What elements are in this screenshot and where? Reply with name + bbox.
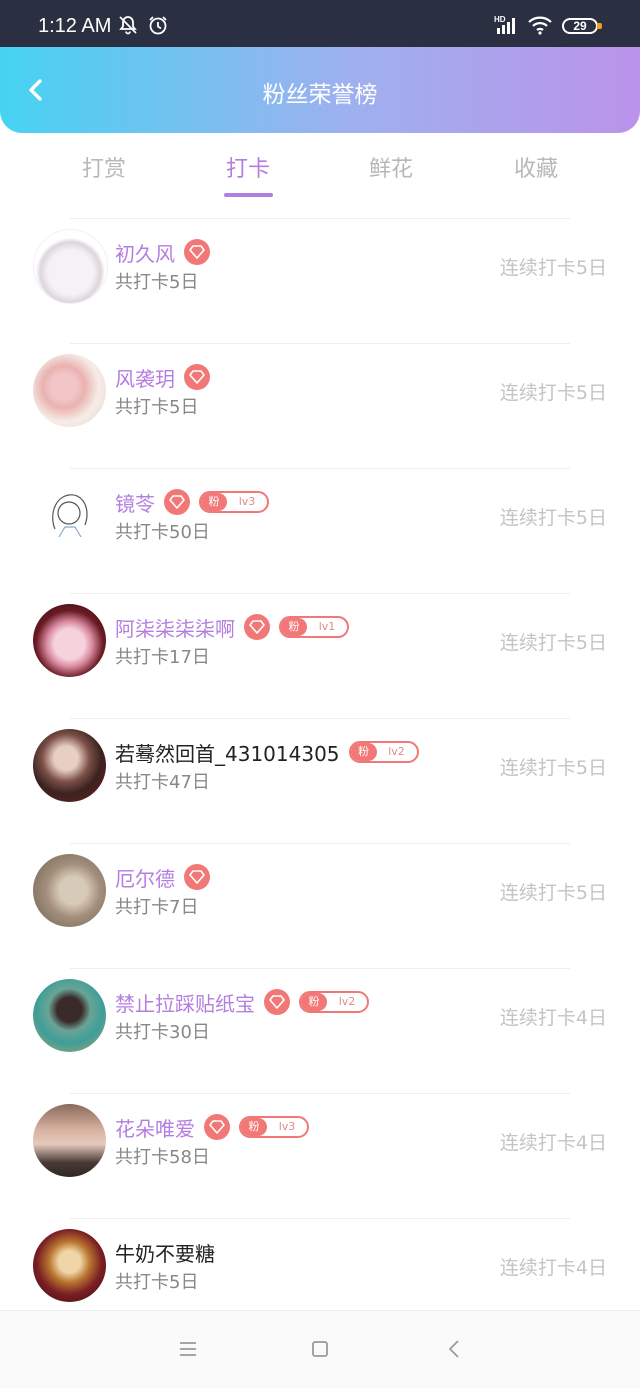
mute-notification-icon <box>119 16 137 35</box>
streak-checkins: 连续打卡5日 <box>499 757 607 779</box>
home-square-icon[interactable] <box>308 1337 332 1361</box>
total-checkins: 共打卡5日 <box>115 397 199 418</box>
alarm-icon <box>149 16 167 35</box>
diamond-icon <box>164 489 190 515</box>
avatar[interactable] <box>33 479 106 552</box>
fan-name[interactable]: 阿柒柒柒柒啊 <box>115 613 235 642</box>
fan-name[interactable]: 初久风 <box>115 238 175 267</box>
fan-name[interactable]: 花朵唯爱 <box>115 1113 195 1142</box>
streak-checkins: 连续打卡4日 <box>499 1257 607 1279</box>
list-item[interactable]: 初久风 共打卡5日 连续打卡5日 <box>0 219 640 344</box>
header: 粉丝荣誉榜 <box>0 47 640 133</box>
list-item[interactable]: 厄尔德 共打卡7日 连续打卡5日 <box>0 844 640 969</box>
streak-checkins: 连续打卡5日 <box>499 507 607 529</box>
total-checkins: 共打卡5日 <box>115 272 199 293</box>
list-item[interactable]: 禁止拉踩贴纸宝 粉 lv2 共打卡30日 连续打卡4日 <box>0 969 640 1094</box>
fan-level-badge: 粉 lv3 <box>239 1116 309 1138</box>
fan-level-badge: 粉 lv2 <box>299 991 369 1013</box>
system-nav-bar <box>0 1310 640 1388</box>
fan-name[interactable]: 厄尔德 <box>115 863 175 892</box>
tab-tips[interactable]: 打赏 <box>54 151 154 183</box>
diamond-icon <box>184 364 210 390</box>
fan-name[interactable]: 若蓦然回首_431014305 <box>115 738 340 767</box>
fan-level-badge: 粉 lv1 <box>279 616 349 638</box>
total-checkins: 共打卡47日 <box>115 772 210 793</box>
list-item[interactable]: 镜苓 粉 lv3 共打卡50日 连续打卡5日 <box>0 469 640 594</box>
avatar[interactable] <box>33 979 106 1052</box>
fan-name[interactable]: 镜苓 <box>115 488 155 517</box>
menu-icon[interactable] <box>176 1337 200 1361</box>
avatar[interactable] <box>33 1104 106 1177</box>
streak-checkins: 连续打卡5日 <box>499 632 607 654</box>
total-checkins: 共打卡30日 <box>115 1022 210 1043</box>
total-checkins: 共打卡17日 <box>115 647 210 668</box>
total-checkins: 共打卡50日 <box>115 522 210 543</box>
battery-icon: 29 <box>562 18 602 34</box>
svg-text:HD: HD <box>494 15 506 24</box>
active-tab-indicator <box>224 193 273 197</box>
tab-flowers[interactable]: 鲜花 <box>341 151 441 183</box>
fan-level-badge: 粉 lv2 <box>348 741 419 763</box>
status-time: 1:12 AM <box>38 15 112 37</box>
avatar[interactable] <box>33 354 106 427</box>
diamond-icon <box>264 989 290 1015</box>
back-triangle-icon[interactable] <box>443 1337 467 1361</box>
diamond-icon <box>244 614 270 640</box>
streak-checkins: 连续打卡5日 <box>499 257 607 279</box>
list-item[interactable]: 花朵唯爱 粉 lv3 共打卡58日 连续打卡4日 <box>0 1094 640 1219</box>
fan-name[interactable]: 禁止拉踩贴纸宝 <box>115 988 255 1017</box>
total-checkins: 共打卡58日 <box>115 1147 210 1168</box>
streak-checkins: 连续打卡5日 <box>499 382 607 404</box>
avatar[interactable] <box>33 229 108 304</box>
diamond-icon <box>204 1114 230 1140</box>
status-bar: 1:12 AM HD 29 <box>0 0 640 47</box>
wifi-icon <box>528 16 552 35</box>
streak-checkins: 连续打卡4日 <box>499 1007 607 1029</box>
diamond-icon <box>184 864 210 890</box>
list-item[interactable]: 风袭玥 共打卡5日 连续打卡5日 <box>0 344 640 469</box>
streak-checkins: 连续打卡5日 <box>499 882 607 904</box>
fan-name[interactable]: 牛奶不要糖 <box>115 1238 215 1267</box>
streak-checkins: 连续打卡4日 <box>499 1132 607 1154</box>
fan-level-badge: 粉 lv3 <box>199 491 269 513</box>
fan-name[interactable]: 风袭玥 <box>115 363 175 392</box>
avatar[interactable] <box>33 1229 106 1302</box>
total-checkins: 共打卡5日 <box>115 1272 199 1293</box>
total-checkins: 共打卡7日 <box>115 897 199 918</box>
diamond-icon <box>184 239 210 265</box>
tab-checkin[interactable]: 打卡 <box>198 151 298 183</box>
page-title: 粉丝荣誉榜 <box>262 82 378 108</box>
list-item[interactable]: 若蓦然回首_431014305 粉 lv2 共打卡47日 连续打卡5日 <box>0 719 640 844</box>
tab-bar: 打赏 打卡 鲜花 收藏 <box>0 133 640 203</box>
hd-signal-icon: HD <box>494 15 515 34</box>
avatar[interactable] <box>33 729 106 802</box>
avatar[interactable] <box>33 604 106 677</box>
list-item[interactable]: 阿柒柒柒柒啊 粉 lv1 共打卡17日 连续打卡5日 <box>0 594 640 719</box>
tab-favorites[interactable]: 收藏 <box>486 151 586 183</box>
battery-level: 29 <box>573 19 587 33</box>
avatar[interactable] <box>33 854 106 927</box>
